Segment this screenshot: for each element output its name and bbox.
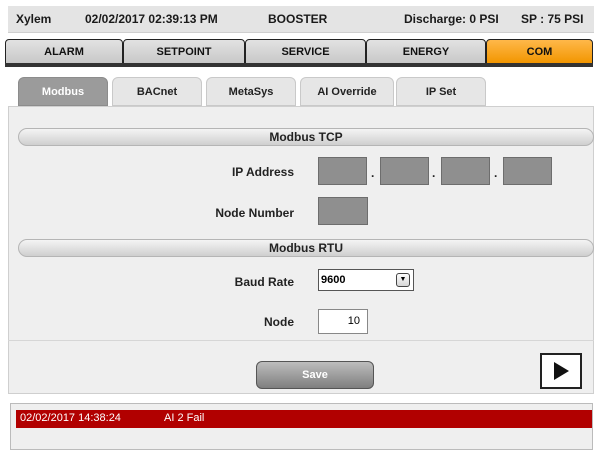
subtab-ip-set-label: IP Set: [425, 85, 457, 98]
baud-rate-label: Baud Rate: [234, 275, 294, 289]
ip-octet-2-input[interactable]: [380, 157, 429, 185]
brand-label: Xylem: [16, 12, 52, 26]
ip-separator: .: [494, 166, 498, 180]
node-number-label: Node Number: [215, 206, 294, 220]
ip-octet-4-input[interactable]: [503, 157, 552, 185]
panel-divider: [8, 340, 594, 341]
tab-alarm[interactable]: ALARM: [5, 39, 123, 64]
ip-octet-1-input[interactable]: [318, 157, 367, 185]
save-button-label: Save: [302, 369, 328, 381]
tab-energy-label: ENERGY: [402, 45, 450, 58]
rtu-node-label: Node: [264, 315, 294, 329]
mode-label: BOOSTER: [268, 12, 328, 26]
modbus-tcp-header: Modbus TCP: [18, 128, 594, 146]
subtab-bacnet-label: BACnet: [136, 85, 178, 98]
subtab-ai-override-label: AI Override: [317, 85, 377, 98]
ip-separator: .: [371, 166, 375, 180]
ip-separator: .: [432, 166, 436, 180]
rtu-node-input[interactable]: 10: [318, 309, 368, 334]
modbus-tcp-title: Modbus TCP: [269, 130, 343, 144]
tab-service[interactable]: SERVICE: [245, 39, 366, 64]
tab-com-label: COM: [526, 45, 553, 58]
subtab-modbus-label: Modbus: [41, 85, 85, 98]
tab-setpoint[interactable]: SETPOINT: [123, 39, 245, 64]
baud-rate-select[interactable]: 9600 ▼: [318, 269, 414, 291]
chevron-down-icon[interactable]: ▼: [396, 273, 410, 287]
next-page-button[interactable]: [540, 353, 582, 389]
baud-rate-value: 9600: [321, 274, 346, 286]
modbus-rtu-header: Modbus RTU: [18, 239, 594, 257]
subtab-bacnet[interactable]: BACnet: [112, 77, 202, 106]
modbus-rtu-title: Modbus RTU: [269, 241, 343, 255]
tab-energy[interactable]: ENERGY: [366, 39, 486, 64]
subtab-metasys[interactable]: MetaSys: [206, 77, 296, 106]
datetime-label: 02/02/2017 02:39:13 PM: [85, 12, 218, 26]
subtab-metasys-label: MetaSys: [228, 85, 274, 98]
tab-setpoint-label: SETPOINT: [156, 45, 212, 58]
subtab-ai-override[interactable]: AI Override: [300, 77, 394, 106]
status-header: Xylem 02/02/2017 02:39:13 PM BOOSTER Dis…: [8, 6, 594, 33]
alarm-message: AI 2 Fail: [164, 412, 205, 424]
save-button[interactable]: Save: [256, 361, 374, 389]
tab-service-label: SERVICE: [281, 45, 330, 58]
setpoint-label: SP : 75 PSI: [521, 12, 584, 26]
node-number-input[interactable]: [318, 197, 368, 225]
alarm-timestamp: 02/02/2017 14:38:24: [20, 412, 121, 424]
ip-octet-3-input[interactable]: [441, 157, 490, 185]
discharge-label: Discharge: 0 PSI: [404, 12, 499, 26]
ip-address-label: IP Address: [231, 165, 294, 179]
tab-bar-divider: [5, 63, 593, 67]
tab-alarm-label: ALARM: [44, 45, 84, 58]
play-arrow-icon: [554, 362, 569, 380]
subtab-modbus[interactable]: Modbus: [18, 77, 108, 106]
subtab-ip-set[interactable]: IP Set: [396, 77, 486, 106]
alarm-row[interactable]: 02/02/2017 14:38:24 AI 2 Fail: [16, 410, 592, 428]
tab-com[interactable]: COM: [486, 39, 593, 64]
